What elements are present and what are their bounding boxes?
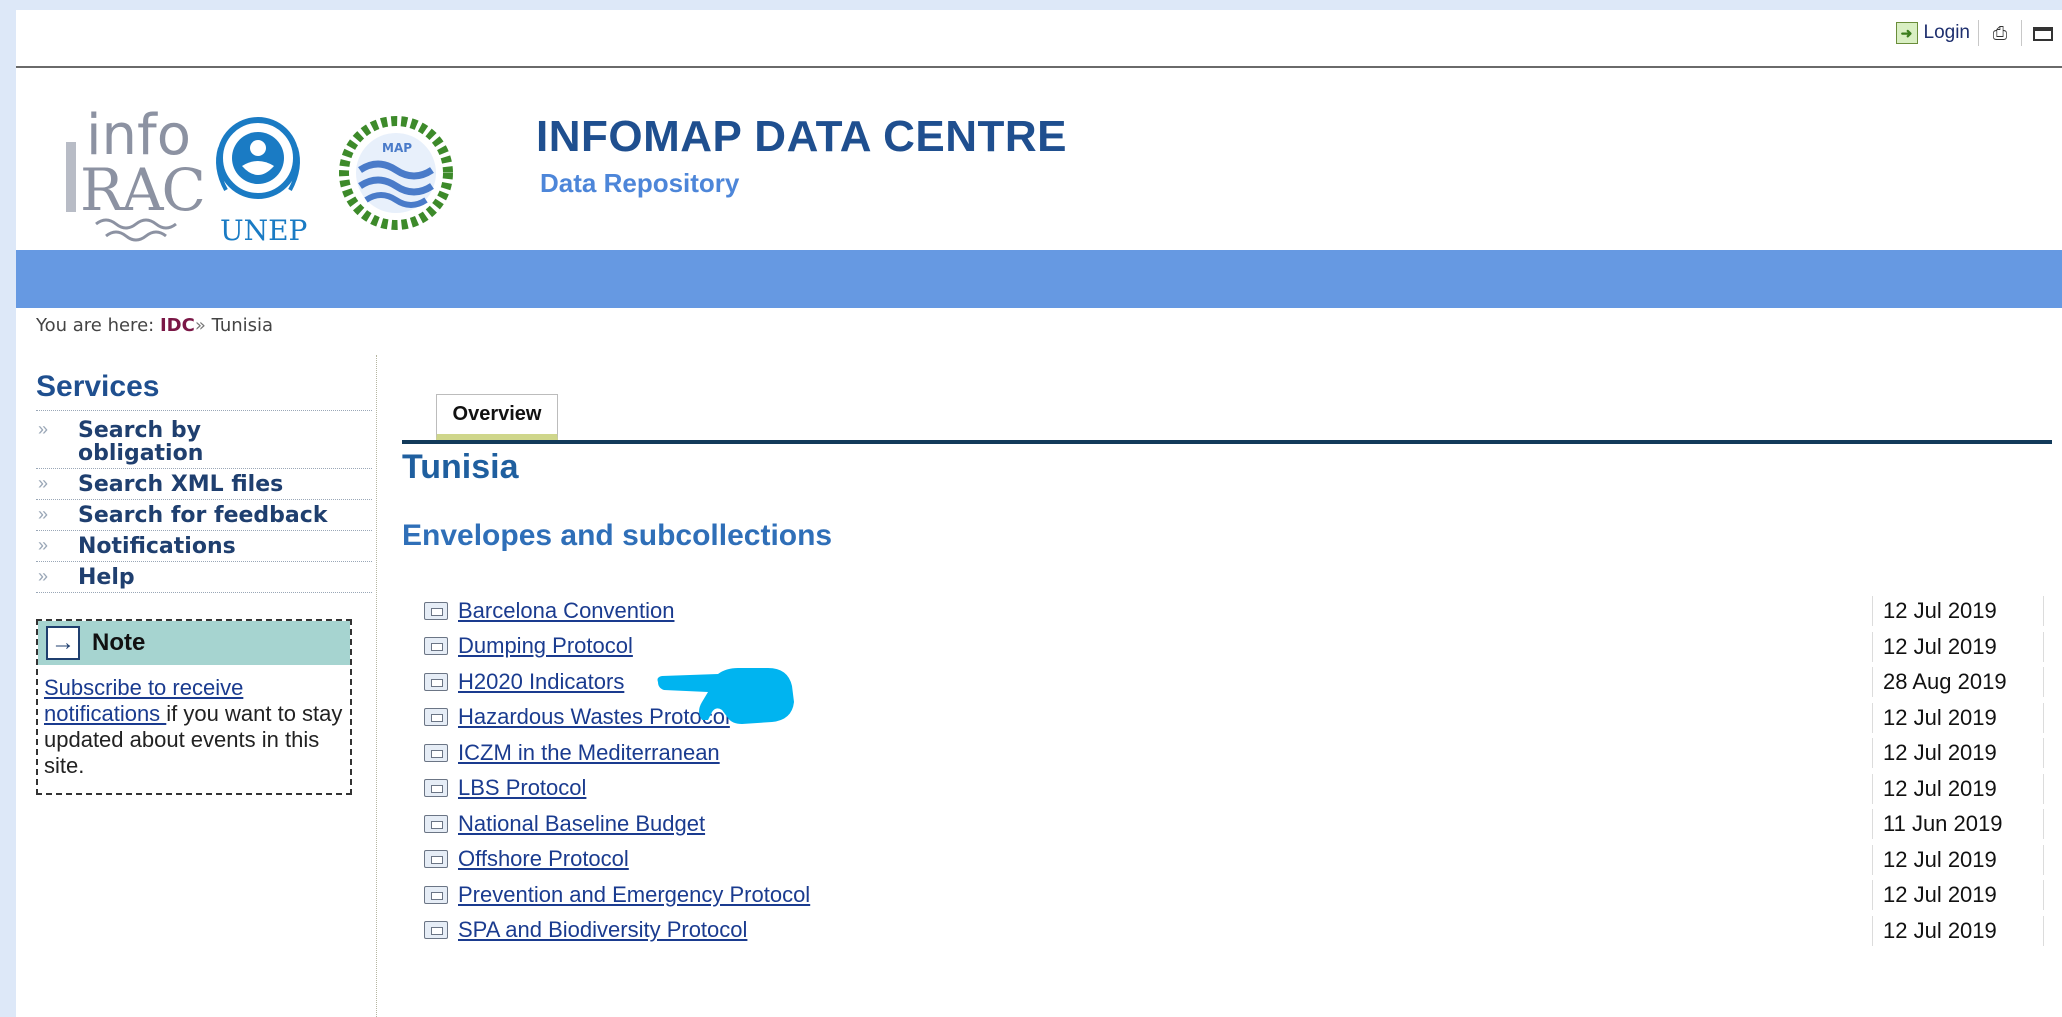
note-title: Note xyxy=(92,629,146,656)
folder-icon xyxy=(424,672,448,691)
services-title: Services xyxy=(36,370,372,411)
services-item-search-for-feedback: » Search for feedback xyxy=(36,500,372,531)
envelope-date: 12 Jul 2019 xyxy=(1872,702,2044,733)
envelope-date: 12 Jul 2019 xyxy=(1872,738,2044,768)
envelope-link-spa-and-biodiversity-protocol[interactable]: SPA and Biodiversity Protocol xyxy=(458,917,747,943)
top-bar: ➜ Login ⎙ xyxy=(16,10,2062,68)
fullscreen-button[interactable] xyxy=(2030,20,2056,46)
breadcrumb-root-link[interactable]: IDC xyxy=(160,315,195,336)
services-item-search-xml-files: » Search XML files xyxy=(36,469,372,500)
column-divider xyxy=(376,355,377,1017)
note-body: Subscribe to receive notifications if yo… xyxy=(38,665,350,779)
list-item: Dumping Protocol 12 Jul 2019 xyxy=(402,629,2052,665)
bullet-icon: » xyxy=(38,566,49,586)
envelope-date: 12 Jul 2019 xyxy=(1872,631,2044,662)
bullet-icon: » xyxy=(38,535,49,555)
breadcrumb: You are here: IDC» Tunisia xyxy=(36,315,273,336)
envelope-link-offshore-protocol[interactable]: Offshore Protocol xyxy=(458,846,629,872)
bullet-icon: » xyxy=(38,504,49,524)
folder-icon xyxy=(424,637,448,656)
print-icon[interactable]: ⎙ xyxy=(1987,20,2013,46)
breadcrumb-prefix: You are here: xyxy=(36,315,155,336)
folder-icon xyxy=(424,708,448,727)
envelope-link-national-baseline-budget[interactable]: National Baseline Budget xyxy=(458,811,705,837)
login-label: Login xyxy=(1923,22,1971,43)
tool-separator xyxy=(1978,20,1979,46)
list-item: LBS Protocol 12 Jul 2019 xyxy=(402,771,2052,807)
tab-bar: Overview xyxy=(402,390,2052,444)
top-tools: ➜ Login ⎙ xyxy=(1895,20,2057,46)
search-for-feedback-link[interactable]: Search for feedback xyxy=(78,504,327,527)
list-item: Hazardous Wastes Protocol 12 Jul 2019 xyxy=(402,700,2052,736)
logo-map-text: MAP xyxy=(382,141,412,155)
list-item: Offshore Protocol 12 Jul 2019 xyxy=(402,842,2052,878)
page-title: Tunisia xyxy=(402,448,519,486)
envelope-date: 28 Aug 2019 xyxy=(1872,667,2044,697)
envelope-date: 12 Jul 2019 xyxy=(1872,773,2044,804)
folder-icon xyxy=(424,814,448,833)
folder-icon xyxy=(424,743,448,762)
pointing-hand-icon xyxy=(657,668,794,724)
envelope-link-iczm-in-the-mediterranean[interactable]: ICZM in the Mediterranean xyxy=(458,740,720,766)
envelope-date: 12 Jul 2019 xyxy=(1872,596,2044,626)
site-title: INFOMAP DATA CENTRE xyxy=(536,112,1067,161)
fullscreen-icon xyxy=(2033,27,2053,41)
list-item: National Baseline Budget 11 Jun 2019 xyxy=(402,806,2052,842)
logo-rac-text: RAC xyxy=(80,156,204,224)
list-item: H2020 Indicators 28 Aug 2019 xyxy=(402,664,2052,700)
help-link[interactable]: Help xyxy=(78,566,135,589)
site-subtitle: Data Repository xyxy=(540,168,740,198)
breadcrumb-current: Tunisia xyxy=(211,315,274,336)
tab-overview[interactable]: Overview xyxy=(436,394,558,440)
list-item: SPA and Biodiversity Protocol 12 Jul 201… xyxy=(402,913,2052,949)
note-header: → Note xyxy=(38,621,350,665)
services-item-search-by-obligation: » Search by obligation xyxy=(36,415,372,469)
services-item-notifications: » Notifications xyxy=(36,531,372,562)
envelope-date: 12 Jul 2019 xyxy=(1872,844,2044,875)
tool-separator xyxy=(2021,20,2022,46)
arrow-right-icon: → xyxy=(46,626,80,660)
unep-logo[interactable]: UNEP xyxy=(208,108,318,248)
list-item: Prevention and Emergency Protocol 12 Jul… xyxy=(402,877,2052,913)
envelope-list: Barcelona Convention 12 Jul 2019 Dumping… xyxy=(402,593,2052,948)
envelope-link-h2020-indicators[interactable]: H2020 Indicators xyxy=(458,669,624,695)
services-list: » Search by obligation » Search XML file… xyxy=(36,415,372,593)
list-item: ICZM in the Mediterranean 12 Jul 2019 xyxy=(402,735,2052,771)
bullet-icon: » xyxy=(38,473,49,493)
page: ➜ Login ⎙ info RAC UNEP MAP INFOMAP DATA… xyxy=(16,10,2062,1017)
site-header: info RAC UNEP MAP INFOMAP DATA CENTRE Da… xyxy=(16,68,2062,250)
main-content: Overview Tunisia Envelopes and subcollec… xyxy=(402,390,2052,948)
folder-icon xyxy=(424,779,448,798)
envelope-date: 11 Jun 2019 xyxy=(1872,809,2044,839)
envelope-link-dumping-protocol[interactable]: Dumping Protocol xyxy=(458,633,633,659)
envelope-link-barcelona-convention[interactable]: Barcelona Convention xyxy=(458,598,674,624)
login-icon: ➜ xyxy=(1895,22,1918,44)
search-by-obligation-link[interactable]: Search by obligation xyxy=(78,419,228,465)
map-logo[interactable]: MAP xyxy=(326,108,466,238)
note-box: → Note Subscribe to receive notification… xyxy=(36,619,352,795)
list-item: Barcelona Convention 12 Jul 2019 xyxy=(402,593,2052,629)
breadcrumb-separator: » xyxy=(194,315,206,336)
bullet-icon: » xyxy=(38,419,49,439)
sidebar: Services » Search by obligation » Search… xyxy=(36,370,372,795)
folder-icon xyxy=(424,885,448,904)
search-xml-files-link[interactable]: Search XML files xyxy=(78,473,283,496)
notifications-link[interactable]: Notifications xyxy=(78,535,236,558)
folder-icon xyxy=(424,850,448,869)
envelope-date: 12 Jul 2019 xyxy=(1872,880,2044,910)
envelope-date: 12 Jul 2019 xyxy=(1872,915,2044,946)
folder-icon xyxy=(424,921,448,940)
envelope-link-prevention-and-emergency-protocol[interactable]: Prevention and Emergency Protocol xyxy=(458,882,810,908)
nav-band xyxy=(16,250,2062,308)
login-link[interactable]: ➜ Login xyxy=(1895,22,1971,44)
folder-icon xyxy=(424,601,448,620)
logo-unep-text: UNEP xyxy=(220,214,307,247)
services-item-help: » Help xyxy=(36,562,372,593)
inforac-logo[interactable]: info RAC xyxy=(56,92,206,242)
section-title: Envelopes and subcollections xyxy=(402,519,833,552)
envelope-link-lbs-protocol[interactable]: LBS Protocol xyxy=(458,775,586,801)
